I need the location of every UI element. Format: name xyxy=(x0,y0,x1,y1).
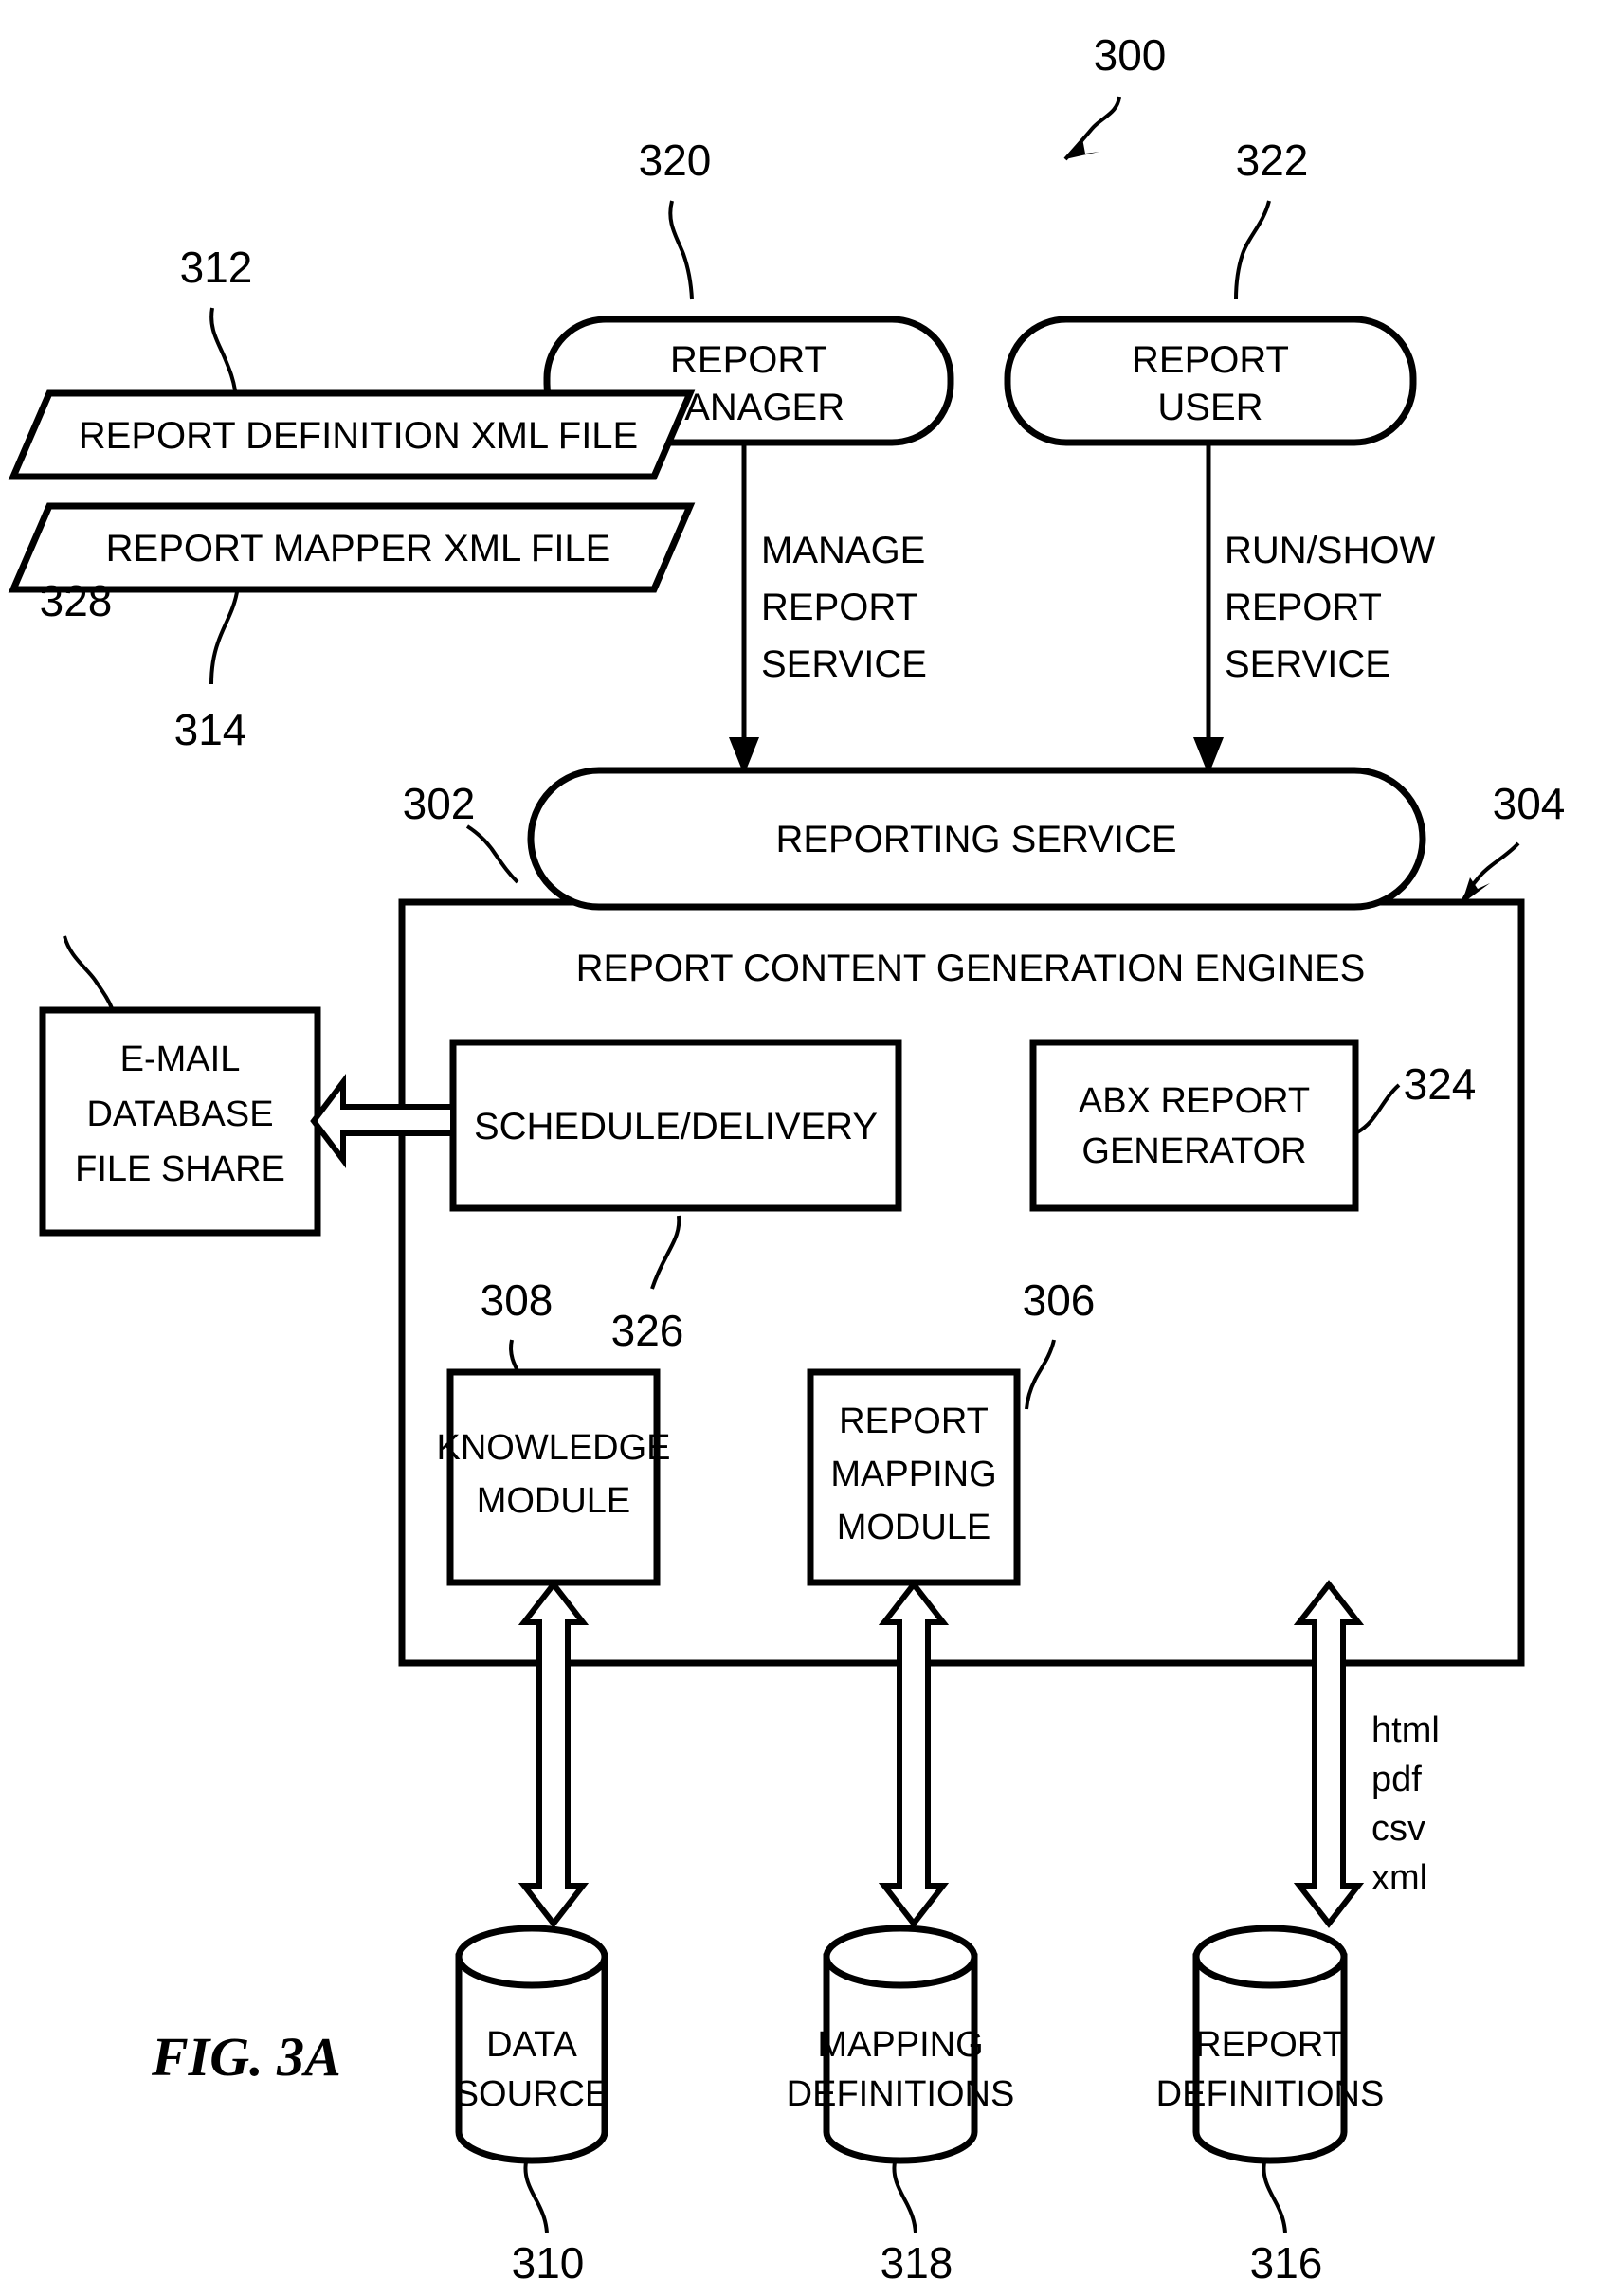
email-db-label-line2: DATABASE xyxy=(86,1094,273,1134)
run-show-report-service-line3: SERVICE xyxy=(1225,643,1390,685)
ref-318: 318 xyxy=(881,2238,953,2287)
ref-312: 312 xyxy=(180,243,253,292)
mapping-module-label-line2: MAPPING xyxy=(830,1455,996,1494)
mapping-definitions-label-line2: DEFINITIONS xyxy=(787,2074,1015,2114)
email-db-label-line1: E-MAIL xyxy=(120,1040,241,1079)
node-abx-report-generator[interactable] xyxy=(1029,1039,1359,1212)
ref-310: 310 xyxy=(512,2238,585,2287)
knowledge-module-label-line2: MODULE xyxy=(477,1481,631,1521)
format-label-html: html xyxy=(1371,1710,1440,1750)
ref-302: 302 xyxy=(403,779,476,828)
ref-308: 308 xyxy=(481,1275,554,1325)
ref-322-leader xyxy=(1234,200,1271,300)
ref-316-leader xyxy=(1262,2161,1287,2233)
ref-324: 324 xyxy=(1404,1059,1477,1109)
manage-report-service-line3: SERVICE xyxy=(761,643,927,685)
report-definition-xml-label: REPORT DEFINITION XML FILE xyxy=(79,415,638,457)
ref-320-leader xyxy=(668,200,694,300)
ref-328-leader xyxy=(63,935,114,1009)
report-manager-label-line1: REPORT xyxy=(670,339,827,381)
manage-report-service-line1: MANAGE xyxy=(761,530,925,571)
report-user-label-line1: REPORT xyxy=(1132,339,1289,381)
engines-container-label: REPORT CONTENT GENERATION ENGINES xyxy=(576,948,1366,989)
abx-generator-label-line2: GENERATOR xyxy=(1081,1131,1306,1171)
ref-318-leader xyxy=(892,2161,917,2233)
ref-312-leader xyxy=(209,307,237,391)
format-label-pdf: pdf xyxy=(1371,1760,1422,1799)
data-source-label-line1: DATA xyxy=(486,2025,577,2065)
ref-314: 314 xyxy=(174,705,247,754)
report-mapper-xml-label: REPORT MAPPER XML FILE xyxy=(106,528,611,569)
mapping-definitions-label-line1: MAPPING xyxy=(817,2025,983,2065)
ref-316: 316 xyxy=(1250,2238,1323,2287)
ref-306: 306 xyxy=(1023,1275,1096,1325)
report-definitions-label-line1: REPORT xyxy=(1195,2025,1345,2065)
mapping-module-label-line3: MODULE xyxy=(837,1508,991,1547)
schedule-delivery-label: SCHEDULE/DELIVERY xyxy=(474,1106,878,1148)
knowledge-module-label-line1: KNOWLEDGE xyxy=(436,1428,670,1468)
format-label-xml: xml xyxy=(1371,1858,1427,1898)
ref-300-arrowhead xyxy=(1065,138,1099,159)
mapping-module-label-line1: REPORT xyxy=(839,1401,989,1441)
abx-generator-label-line1: ABX REPORT xyxy=(1079,1081,1310,1121)
ref-328: 328 xyxy=(40,576,113,625)
node-knowledge-module[interactable] xyxy=(446,1368,661,1586)
ref-302-leader xyxy=(465,824,519,884)
ref-300: 300 xyxy=(1094,30,1167,80)
reporting-service-label: REPORTING SERVICE xyxy=(775,819,1176,860)
ref-322: 322 xyxy=(1236,136,1309,185)
ref-314-leader xyxy=(209,591,239,685)
email-db-label-line3: FILE SHARE xyxy=(75,1149,285,1189)
ref-310-leader xyxy=(523,2161,549,2233)
figure-caption: FIG. 3A xyxy=(151,2026,341,2088)
ref-304: 304 xyxy=(1493,779,1566,828)
ref-326: 326 xyxy=(611,1306,684,1355)
format-label-csv: csv xyxy=(1371,1809,1425,1849)
run-show-report-service-line1: RUN/SHOW xyxy=(1225,530,1435,571)
manage-report-service-line2: REPORT xyxy=(761,587,918,628)
data-source-label-line2: SOURCE xyxy=(455,2074,609,2114)
report-user-label-line2: USER xyxy=(1157,387,1262,428)
report-definitions-label-line2: DEFINITIONS xyxy=(1156,2074,1385,2114)
ref-320: 320 xyxy=(639,136,712,185)
patent-figure-3a: 300 320 REPORT MANAGER 322 REPORT USER 3… xyxy=(0,0,1598,2296)
run-show-report-service-line2: REPORT xyxy=(1225,587,1382,628)
